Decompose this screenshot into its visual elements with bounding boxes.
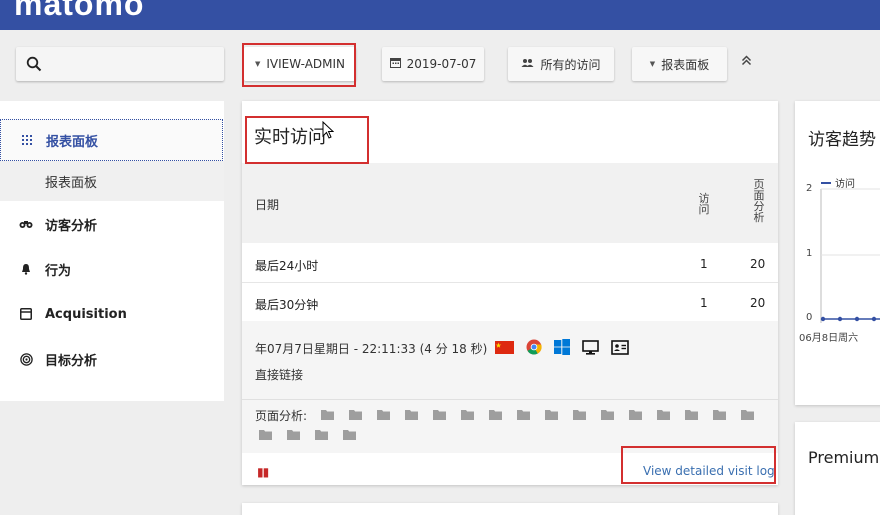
caret-down-icon: ▼ xyxy=(649,60,656,68)
side-navigation: 报表面板 报表面板 访客分析 行为 Acquisition 目标分析 xyxy=(0,101,224,401)
widget-title[interactable]: Premium xyxy=(808,448,879,467)
dashboard-selector-label: 报表面板 xyxy=(661,57,710,72)
page-view-icon[interactable] xyxy=(517,409,530,420)
page-view-icon[interactable] xyxy=(287,429,300,440)
site-selector[interactable]: ▼ IVIEW-ADMIN xyxy=(244,47,356,81)
users-icon xyxy=(521,57,534,71)
mouse-cursor-icon xyxy=(322,120,335,144)
page-view-icon[interactable] xyxy=(685,409,698,420)
table-row: 最后24小时 1 20 xyxy=(242,244,778,283)
page-view-icon[interactable] xyxy=(657,409,670,420)
chrome-icon[interactable] xyxy=(526,339,542,358)
page-view-icon[interactable] xyxy=(433,409,446,420)
china-flag-icon[interactable] xyxy=(495,340,515,357)
target-icon xyxy=(18,352,34,366)
table-header: 日期 访问 页面分析 xyxy=(242,163,778,243)
row-label: 最后24小时 xyxy=(255,259,319,273)
row-visits: 1 xyxy=(700,296,708,310)
binoculars-icon xyxy=(18,219,34,229)
page-view-icon[interactable] xyxy=(629,409,642,420)
page-view-icon[interactable] xyxy=(343,429,356,440)
data-point[interactable] xyxy=(871,316,877,322)
view-visit-log-link[interactable]: View detailed visit log xyxy=(643,464,775,478)
premium-widget: Premium xyxy=(795,422,880,515)
page-view-icon[interactable] xyxy=(321,409,334,420)
windows-icon[interactable] xyxy=(554,339,571,358)
sidebar-item-visitors[interactable]: 访客分析 xyxy=(0,202,224,246)
search-icon xyxy=(26,56,42,76)
sidebar-item-behaviour[interactable]: 行为 xyxy=(0,247,224,291)
bell-icon xyxy=(18,263,34,275)
page-view-icon[interactable] xyxy=(315,429,328,440)
sidebar-subitem-label: 报表面板 xyxy=(45,175,98,191)
column-header-pageviews[interactable]: 页面分析 xyxy=(753,179,765,223)
page-view-icon[interactable] xyxy=(405,409,418,420)
visit-datetime: 年07月7日星期日 - 22:11:33 (4 分 18 秒) xyxy=(255,342,488,356)
page-view-icon[interactable] xyxy=(461,409,474,420)
page-view-icon[interactable] xyxy=(741,409,754,420)
pages-label: 页面分析: xyxy=(255,409,308,423)
row-label: 最后30分钟 xyxy=(255,298,319,312)
sidebar-item-label: 目标分析 xyxy=(45,353,98,369)
sidebar-item-label: Acquisition xyxy=(45,306,127,322)
sidebar-item-acquisition[interactable]: Acquisition xyxy=(0,292,224,336)
visit-entry: 年07月7日星期日 - 22:11:33 (4 分 18 秒) 直接链接 页面分… xyxy=(242,321,778,453)
segment-selector[interactable]: 所有的访问 xyxy=(508,47,614,81)
visit-header: 年07月7日星期日 - 22:11:33 (4 分 18 秒) xyxy=(255,339,630,358)
page-view-icon[interactable] xyxy=(601,409,614,420)
top-bar: matomo xyxy=(0,0,880,30)
column-header-date[interactable]: 日期 xyxy=(255,196,279,213)
desktop-icon[interactable] xyxy=(582,339,600,358)
window-icon xyxy=(18,308,34,320)
segment-selector-label: 所有的访问 xyxy=(540,57,601,72)
data-point[interactable] xyxy=(854,316,860,322)
column-header-visits[interactable]: 访问 xyxy=(698,193,710,215)
x-tick-label: 06月8日周六 xyxy=(799,333,859,344)
divider xyxy=(242,399,778,400)
table-row: 最后30分钟 1 20 xyxy=(242,283,778,322)
page-view-icon[interactable] xyxy=(377,409,390,420)
page-view-icon[interactable] xyxy=(259,429,272,440)
visits-trend-widget: 访客趋势 访问 2 1 0 06月8日周六 xyxy=(795,101,880,405)
row-visits: 1 xyxy=(700,257,708,271)
search-input[interactable] xyxy=(16,47,224,81)
next-widget xyxy=(242,503,778,515)
data-point[interactable] xyxy=(837,316,843,322)
contact-card-icon[interactable] xyxy=(611,339,630,358)
sidebar-item-label: 访客分析 xyxy=(45,218,98,234)
row-pageviews: 20 xyxy=(750,257,766,271)
sidebar-item-goals[interactable]: 目标分析 xyxy=(0,337,224,381)
page-view-icon[interactable] xyxy=(545,409,558,420)
visit-referrer: 直接链接 xyxy=(255,368,304,382)
matomo-logo[interactable]: matomo xyxy=(14,0,144,23)
sidebar-item-label: 报表面板 xyxy=(46,134,99,150)
date-picker-label: 2019-07-07 xyxy=(406,57,477,71)
calendar-icon xyxy=(389,57,401,71)
realtime-widget: 实时访问 日期 访问 页面分析 最后24小时 1 20 最后30分钟 1 20 … xyxy=(242,101,778,485)
date-picker-button[interactable]: 2019-07-07 xyxy=(382,47,484,81)
dashboard-selector[interactable]: ▼ 报表面板 xyxy=(632,47,727,81)
collapse-toolbar-icon[interactable] xyxy=(741,55,752,69)
sidebar-item-dashboard[interactable]: 报表面板 xyxy=(0,119,223,161)
grid-icon xyxy=(19,135,35,145)
page-view-icon[interactable] xyxy=(713,409,726,420)
row-pageviews: 20 xyxy=(750,296,766,310)
pause-icon[interactable]: ▮▮ xyxy=(257,465,269,479)
page-view-icon[interactable] xyxy=(349,409,362,420)
page-view-icon[interactable] xyxy=(573,409,586,420)
sidebar-subitem-dashboard[interactable]: 报表面板 xyxy=(0,161,224,201)
sidebar-item-label: 行为 xyxy=(45,263,72,279)
site-selector-label: IVIEW-ADMIN xyxy=(266,57,346,71)
page-view-icon[interactable] xyxy=(489,409,502,420)
trend-chart[interactable] xyxy=(795,101,880,341)
data-point[interactable] xyxy=(820,316,826,322)
page-icon-list xyxy=(321,409,761,420)
widget-title[interactable]: 实时访问 xyxy=(254,123,326,149)
caret-down-icon: ▼ xyxy=(254,60,261,68)
